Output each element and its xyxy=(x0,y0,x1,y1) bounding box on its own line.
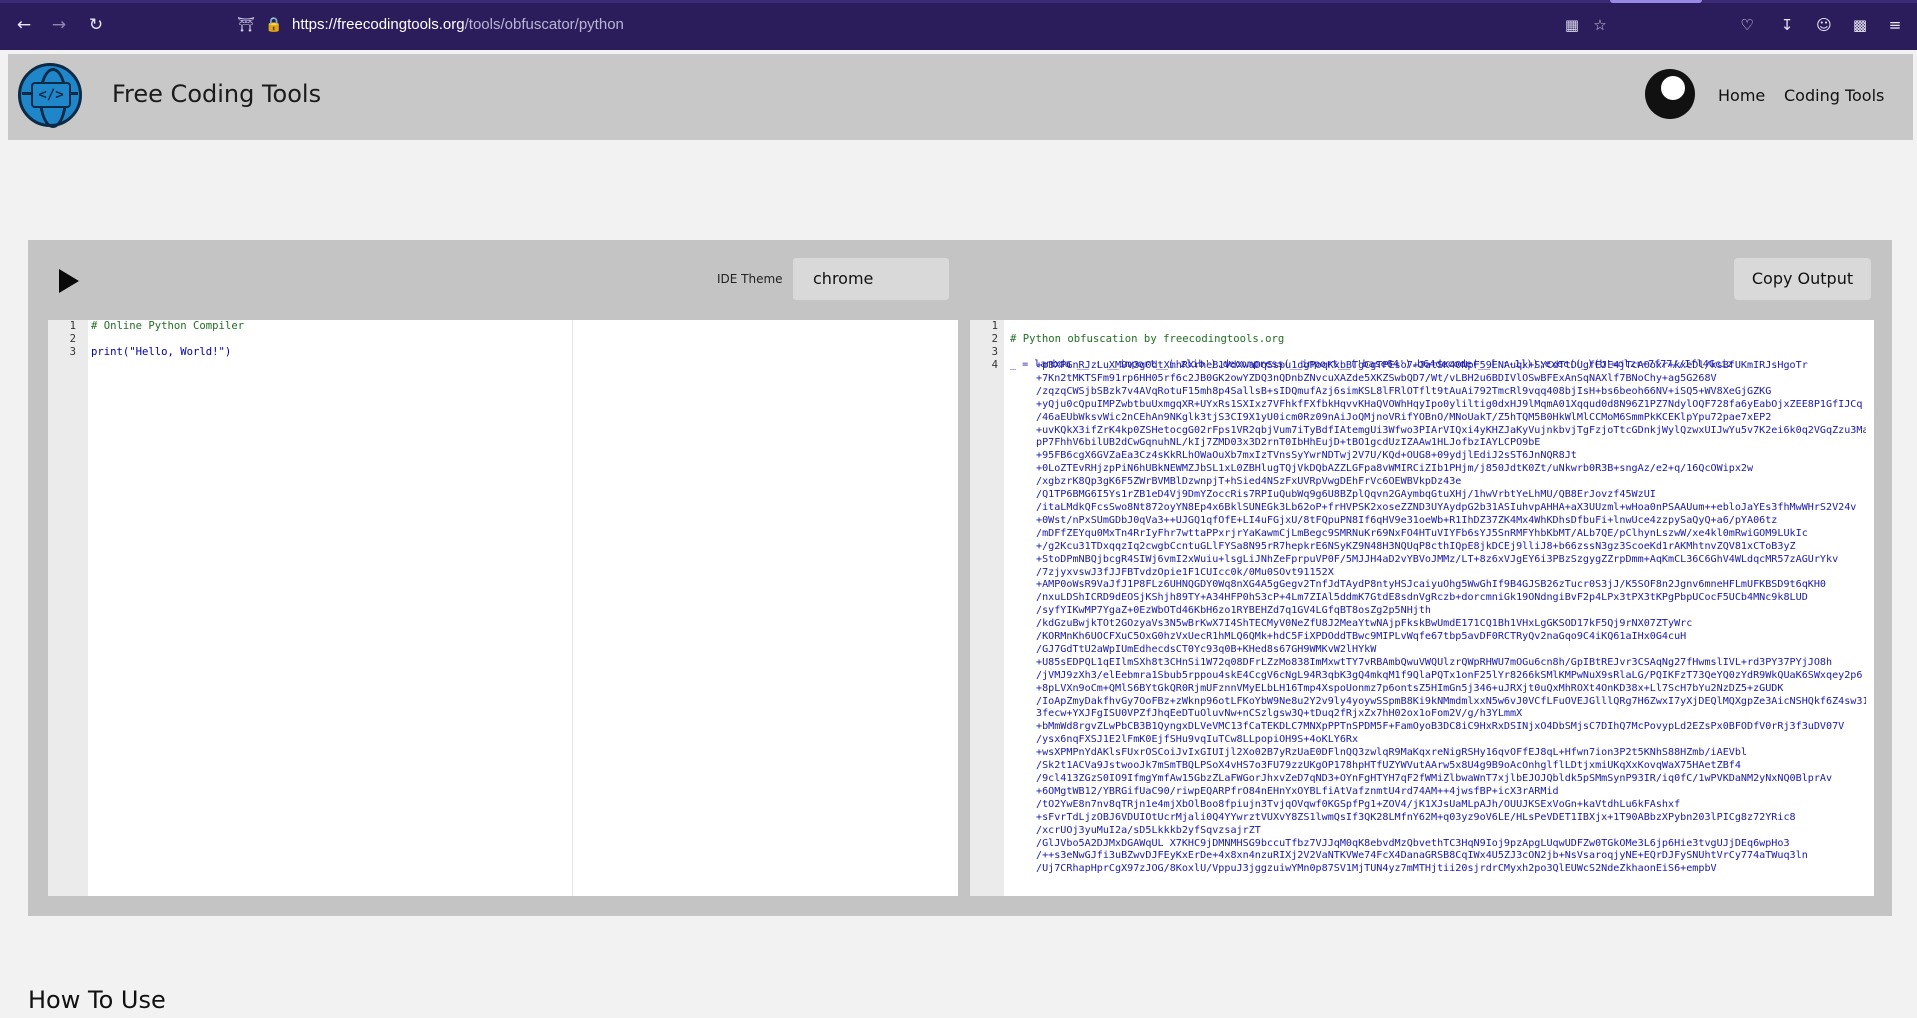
obfuscated-code-line[interactable]: /GlJVbo5A2DJMxDGAWqUL X7KHC9jDMNMHSG9bcc… xyxy=(1036,838,1866,851)
obfuscated-code-line[interactable]: +8pLVXn9oCm+QMlS6BYtGkQR0RjmUFznnVMyELbL… xyxy=(1036,683,1866,696)
back-icon[interactable]: ← xyxy=(13,14,35,36)
obfuscated-code-line[interactable]: /Sk2t1ACVa9JstwooJk7mSmTBQLPSoX4vHS7o3FU… xyxy=(1036,760,1866,773)
obfuscated-code-line[interactable]: pP7FhhV6bilUB2dCwGqnuhNL/kIj7ZMD03x3D2rn… xyxy=(1036,437,1866,450)
obfuscated-code-line[interactable]: /tO2YwE8n7nv8qTRjn1e4mjXbOlBoo8fpiujn3Tv… xyxy=(1036,799,1866,812)
ide-theme-select[interactable]: chrome xyxy=(793,258,949,300)
output-code-editor[interactable]: 1 2 3 4 # Python obfuscation by freecodi… xyxy=(970,320,1874,896)
copy-output-button[interactable]: Copy Output xyxy=(1734,258,1871,300)
obfuscated-code-line[interactable]: /syfYIKwMP7YgaZ+0EzWbOTd46KbH6zo1RYBEHZd… xyxy=(1036,605,1866,618)
obfuscated-code-line[interactable]: /Uj7CRhapHprCgX97zJOG/8KoxlU/VppuJ3jggzu… xyxy=(1036,863,1866,876)
dark-mode-toggle-icon[interactable] xyxy=(1645,69,1695,119)
obfuscated-code-line[interactable]: /zqzqCWSjbSBzk7v4AVqRotuF15mh8p4SallsB+s… xyxy=(1036,386,1866,399)
line-number: 3 xyxy=(991,345,998,358)
obfuscated-code-line[interactable]: /jVMJ9zXh3/elEebmra1Sbub5rppou4skE4CcgV6… xyxy=(1036,670,1866,683)
obfuscated-code-line[interactable]: +uvKQkX3ifZrK4kp0ZSHetocgG02rFps1VR2qbjV… xyxy=(1036,425,1866,438)
obfuscated-code-line[interactable]: /Q1TP6BMG6I5Ys1rZB1eD4Vj9DmYZoccRis7RPIu… xyxy=(1036,489,1866,502)
address-bar[interactable]: ⛩ 🔒 https://freecodingtools.org/tools/ob… xyxy=(230,9,1610,41)
ide-theme-label: IDE Theme xyxy=(717,272,783,286)
translate-icon[interactable]: ▦ xyxy=(1562,15,1582,35)
extensions-icon[interactable]: ▩ xyxy=(1849,14,1871,36)
obfuscated-code-line[interactable]: +0Wst/nPxSUmGDbJ0qVa3++UJGQ1qfOfE+LI4uFG… xyxy=(1036,515,1866,528)
star-icon[interactable]: ☆ xyxy=(1590,15,1610,35)
obfuscated-code-line[interactable]: +wsXPMPnYdAKlsFUxrOSCoiJvIxGIUIjl2Xo02B7… xyxy=(1036,747,1866,760)
obfuscated-code-line[interactable]: /KORMnKh6UOCFXuC5OxG0hzVxUecR1hMLQ6QMk+h… xyxy=(1036,631,1866,644)
obfuscated-code-line[interactable]: /xgbzrK8Qp3gK6F5ZWrBVMBlDzwnpjT+hSied4NS… xyxy=(1036,476,1866,489)
obfuscated-code-line[interactable]: /kdGzuBwjkTOt2GOzyaVs3N5wBrKwX7I4ShTECMy… xyxy=(1036,618,1866,631)
forward-icon[interactable]: → xyxy=(48,14,70,36)
obfuscated-code-line[interactable]: +/g2Kcu31TDxqqzIq2cwgbCcntuGLlFYSa8N95rR… xyxy=(1036,541,1866,554)
obfuscated-code-line[interactable]: +U85sEDPQL1qEIlmSXh8t3CHnSi1W72q08DFrLZz… xyxy=(1036,657,1866,670)
shield-icon[interactable]: ⛩ xyxy=(236,15,256,35)
account-icon[interactable]: ☺ xyxy=(1813,14,1835,36)
line-number: 2 xyxy=(69,332,76,345)
url-path: /tools/obfuscator/python xyxy=(464,16,624,33)
menu-icon[interactable]: ≡ xyxy=(1884,14,1906,36)
obfuscation-header-comment[interactable]: # Python obfuscation by freecodingtools.… xyxy=(1010,333,1284,346)
obfuscated-code-line[interactable]: +StoDPmNBQjbcgR4SIWj6vmI2xWuiu+lsgLiJNhZ… xyxy=(1036,554,1866,567)
site-title[interactable]: Free Coding Tools xyxy=(112,80,321,108)
url-text[interactable]: https://freecodingtools.org/tools/obfusc… xyxy=(292,9,624,41)
obfuscated-code-line[interactable]: 3fecw+YXJFgISU0VPZfJhqEeDTuOluvNw+nCSzlg… xyxy=(1036,708,1866,721)
how-to-use-heading: How To Use xyxy=(28,986,166,1014)
obfuscated-code-line[interactable]: /GJ7GdTtU2aWpIUmEdhecdsCT0Yc93q0B+KHed8s… xyxy=(1036,644,1866,657)
lock-icon[interactable]: 🔒 xyxy=(264,15,284,35)
code-line[interactable]: print("Hello, World!") xyxy=(91,346,231,359)
nav-home-link[interactable]: Home xyxy=(1718,86,1765,105)
nav-coding-tools-link[interactable]: Coding Tools xyxy=(1784,86,1884,105)
line-number: 4 xyxy=(991,358,998,371)
line-number: 3 xyxy=(69,345,76,358)
obfuscated-code-line[interactable]: /mDFfZEYqu0MxTn4RrIyFhr7wttaPPxrjrYaKawm… xyxy=(1036,528,1866,541)
obfuscated-code-line[interactable]: +6OMgtWB12/YBRGifUaC90/riwpEQARPfrO84nEH… xyxy=(1036,786,1866,799)
obfuscated-code-line[interactable]: /7zjyxvswJ3fJJFBTvdzOpie1F1CUIcc0k/0Mu0S… xyxy=(1036,567,1866,580)
obfuscated-code-line[interactable]: +bMmWd8rgvZLwPbCB3B1QyngxDLVeVMC13fCaTEK… xyxy=(1036,721,1866,734)
run-play-icon[interactable] xyxy=(55,264,85,298)
obfuscated-code-line[interactable]: +p3XPGnRJzLuXM9v3g0dtXmnRXrheB1VdXwaDqSs… xyxy=(1036,360,1866,373)
line-number: 2 xyxy=(991,332,998,345)
obfuscated-code-line[interactable]: /IoApZmyDakfhvGy7OoFBz+zWknp96otLFKoYbW9… xyxy=(1036,696,1866,709)
obfuscated-code-line[interactable]: +95FB6cgX6GVZaEa3Cz4sKkRLhOWaOuXb7mxIzTV… xyxy=(1036,450,1866,463)
obfuscated-code-line[interactable]: /itaLMdkQFcsSwo8Nt872oyYN8Ep4x6BklSUNEGk… xyxy=(1036,502,1866,515)
obfuscated-code-line[interactable]: /ysx6nqFXSJ1E2lFmK0EjfSHu9vqIuTCw8LLpopi… xyxy=(1036,734,1866,747)
output-gutter xyxy=(970,320,1004,896)
site-header: </> Free Coding Tools Home Coding Tools xyxy=(8,54,1913,140)
reload-icon[interactable]: ↻ xyxy=(85,14,107,36)
obfuscated-code-line[interactable]: /xcrUOj3yuMuI2a/sD5Lkkkb2yfSqvzsajrZT xyxy=(1036,825,1866,838)
obfuscated-code-line[interactable]: /nxuLDShICRD9dEOSjKShjh89TY+A34HFP0hS3cP… xyxy=(1036,592,1866,605)
input-gutter xyxy=(48,320,88,896)
input-code-editor[interactable]: 1 2 3 # Online Python Compiler print("He… xyxy=(48,320,958,896)
active-tab-indicator[interactable] xyxy=(1610,0,1702,3)
obfuscator-panel: IDE Theme chrome Copy Output 1 2 3 # Onl… xyxy=(28,240,1892,916)
print-margin xyxy=(572,320,573,896)
url-host: https://freecodingtools.org xyxy=(292,16,465,33)
line-number: 1 xyxy=(991,320,998,332)
globe-code-logo-icon[interactable]: </> xyxy=(18,63,82,128)
obfuscated-code-line[interactable]: +yQju0cQpuIMPZwbtbuUxmgqXR+UYxRs1SXIxz7V… xyxy=(1036,399,1866,412)
obfuscated-code-line[interactable]: /++s3eNwGJfi3uBZwvDJFEyKxErDe+4x8xn4nzuR… xyxy=(1036,850,1866,863)
browser-toolbar: ← → ↻ ⛩ 🔒 https://freecodingtools.org/to… xyxy=(0,0,1917,50)
obfuscated-code-line[interactable]: /9cl413ZGzS0IO9IfmgYmfAw15GbzZLaFWGorJhx… xyxy=(1036,773,1866,786)
line-number: 1 xyxy=(69,320,76,332)
download-icon[interactable]: ↧ xyxy=(1776,14,1798,36)
obfuscated-code-line[interactable]: +AMP0oWsR9VaJfJ1P8FLz6UHNQGDY0Wq8nXG4A5g… xyxy=(1036,579,1866,592)
pocket-icon[interactable]: ♡ xyxy=(1736,14,1758,36)
obfuscated-payload[interactable]: +p3XPGnRJzLuXM9v3g0dtXmnRXrheB1VdXwaDqSs… xyxy=(1036,360,1866,876)
code-line[interactable]: # Online Python Compiler xyxy=(91,320,244,333)
obfuscated-code-line[interactable]: +sFvrTdLjzOBJ6VDUIOtUcrMjali0Q4YYwrztVUX… xyxy=(1036,812,1866,825)
obfuscated-code-line[interactable]: /46aEUbWksvWic2nCEhAn9NKglk3tjS3CI9X1yU0… xyxy=(1036,412,1866,425)
obfuscated-code-line[interactable]: +0LoZTEvRHjzpPiN6hUBkNEWMZJbSL1xL0ZBHlug… xyxy=(1036,463,1866,476)
obfuscated-code-line[interactable]: +7Kn2tMKTSFm91rp6HH05rf6c2JB0GK2owYZDQ3n… xyxy=(1036,373,1866,386)
